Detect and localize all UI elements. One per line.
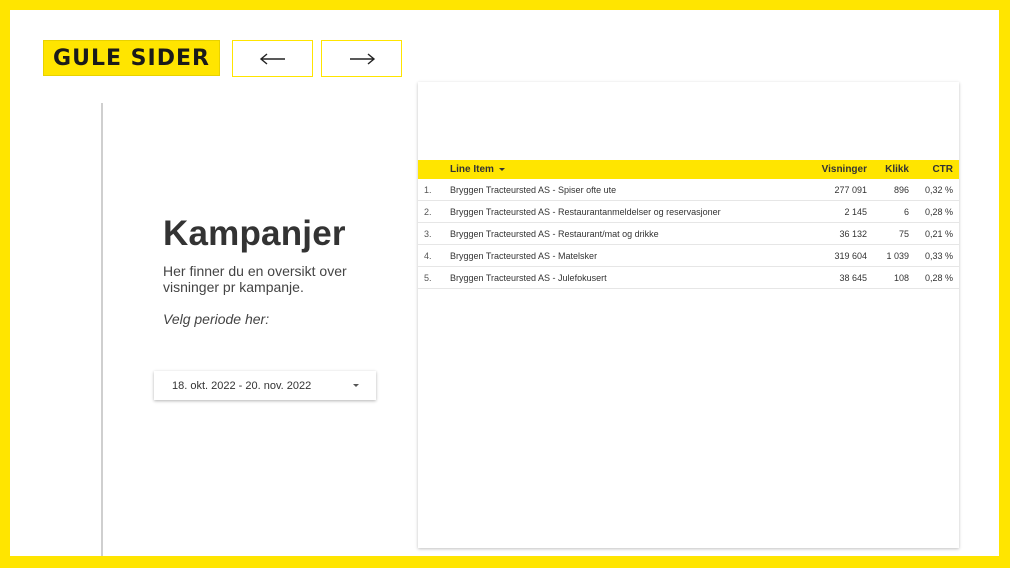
chevron-down-icon — [353, 384, 359, 387]
row-index: 3. — [418, 222, 444, 245]
row-klikk: 108 — [873, 266, 915, 289]
campaign-table-panel: Line Item Visninger Klikk CTR 1. Bryggen… — [418, 82, 959, 548]
row-line-item: Bryggen Tracteursted AS - Matelsker — [444, 244, 791, 267]
row-index: 4. — [418, 244, 444, 267]
table-row: 1. Bryggen Tracteursted AS - Spiser ofte… — [418, 179, 959, 201]
row-line-item: Bryggen Tracteursted AS - Spiser ofte ut… — [444, 179, 791, 201]
gule-sider-logo[interactable]: GULE SIDER — [43, 40, 220, 76]
klikk-header[interactable]: Klikk — [873, 160, 915, 179]
logo-text: GULE SIDER — [53, 45, 210, 71]
sort-desc-icon — [498, 167, 505, 171]
period-label: Velg periode her: — [163, 311, 270, 327]
table-header-row: Line Item Visninger Klikk CTR — [418, 160, 959, 179]
row-visninger: 319 604 — [791, 244, 873, 267]
line-item-header[interactable]: Line Item — [444, 160, 791, 179]
row-ctr: 0,21 % — [915, 222, 959, 245]
arrow-right-icon — [349, 52, 375, 65]
next-page-button[interactable] — [321, 40, 402, 77]
table-row: 3. Bryggen Tracteursted AS - Restaurant/… — [418, 222, 959, 245]
date-range-picker[interactable]: 18. okt. 2022 - 20. nov. 2022 — [154, 371, 376, 400]
page-description: Her finner du en oversikt over visninger… — [163, 263, 347, 295]
arrow-left-icon — [259, 52, 285, 65]
row-visninger: 36 132 — [791, 222, 873, 245]
index-header — [418, 160, 444, 179]
campaign-table: Line Item Visninger Klikk CTR 1. Bryggen… — [418, 160, 959, 289]
row-ctr: 0,33 % — [915, 244, 959, 267]
row-visninger: 38 645 — [791, 266, 873, 289]
page-title: Kampanjer — [163, 214, 346, 253]
table-row: 4. Bryggen Tracteursted AS - Matelsker 3… — [418, 244, 959, 267]
table-row: 2. Bryggen Tracteursted AS - Restauranta… — [418, 200, 959, 223]
date-range-value: 18. okt. 2022 - 20. nov. 2022 — [172, 379, 312, 392]
previous-page-button[interactable] — [232, 40, 313, 77]
table-row: 5. Bryggen Tracteursted AS - Julefokuser… — [418, 266, 959, 289]
ctr-header[interactable]: CTR — [915, 160, 959, 179]
row-visninger: 277 091 — [791, 179, 873, 201]
row-index: 5. — [418, 266, 444, 289]
row-line-item: Bryggen Tracteursted AS - Restaurantanme… — [444, 200, 791, 223]
row-ctr: 0,32 % — [915, 179, 959, 201]
row-ctr: 0,28 % — [915, 266, 959, 289]
row-line-item: Bryggen Tracteursted AS - Julefokusert — [444, 266, 791, 289]
row-klikk: 6 — [873, 200, 915, 223]
line-item-header-label: Line Item — [450, 164, 494, 175]
row-klikk: 1 039 — [873, 244, 915, 267]
row-index: 1. — [418, 179, 444, 201]
row-klikk: 75 — [873, 222, 915, 245]
row-visninger: 2 145 — [791, 200, 873, 223]
row-index: 2. — [418, 200, 444, 223]
row-klikk: 896 — [873, 179, 915, 201]
vertical-divider — [101, 103, 103, 556]
visninger-header[interactable]: Visninger — [791, 160, 873, 179]
row-ctr: 0,28 % — [915, 200, 959, 223]
row-line-item: Bryggen Tracteursted AS - Restaurant/mat… — [444, 222, 791, 245]
report-canvas: GULE SIDER Kampanjer Her finner du en ov… — [10, 10, 999, 556]
